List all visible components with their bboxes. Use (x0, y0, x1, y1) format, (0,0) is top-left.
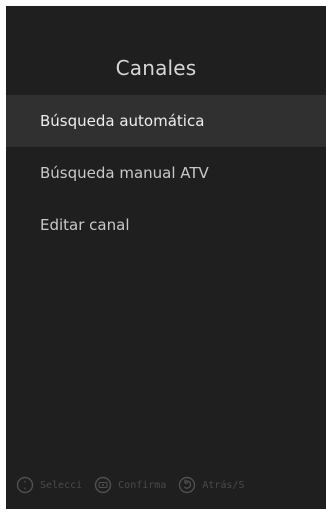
menu-item-label: Editar canal (40, 216, 130, 234)
tv-menu-panel: Canales Búsqueda automática Búsqueda man… (6, 6, 326, 509)
menu-item-label: Búsqueda automática (40, 112, 205, 130)
hint-select: Selecci (16, 476, 82, 494)
hint-label: Atrás/S (202, 479, 245, 491)
menu-item-auto-search[interactable]: Búsqueda automática (6, 95, 326, 147)
page-title: Canales (115, 56, 197, 80)
hint-confirm: Confirma (94, 476, 166, 494)
dpad-icon (16, 476, 34, 494)
channels-menu: Búsqueda automática Búsqueda manual ATV … (6, 95, 326, 251)
menu-item-manual-atv-search[interactable]: Búsqueda manual ATV (6, 147, 326, 199)
menu-item-edit-channel[interactable]: Editar canal (6, 199, 326, 251)
hint-back: Atrás/S (178, 476, 244, 494)
hint-label: Confirma (118, 479, 167, 491)
menu-item-label: Búsqueda manual ATV (40, 164, 209, 182)
back-icon (179, 476, 196, 494)
remote-hints-bar: Selecci Confirma Atrás/S (6, 473, 326, 497)
hint-label: Selecci (40, 479, 83, 491)
ok-button-icon (94, 476, 112, 494)
